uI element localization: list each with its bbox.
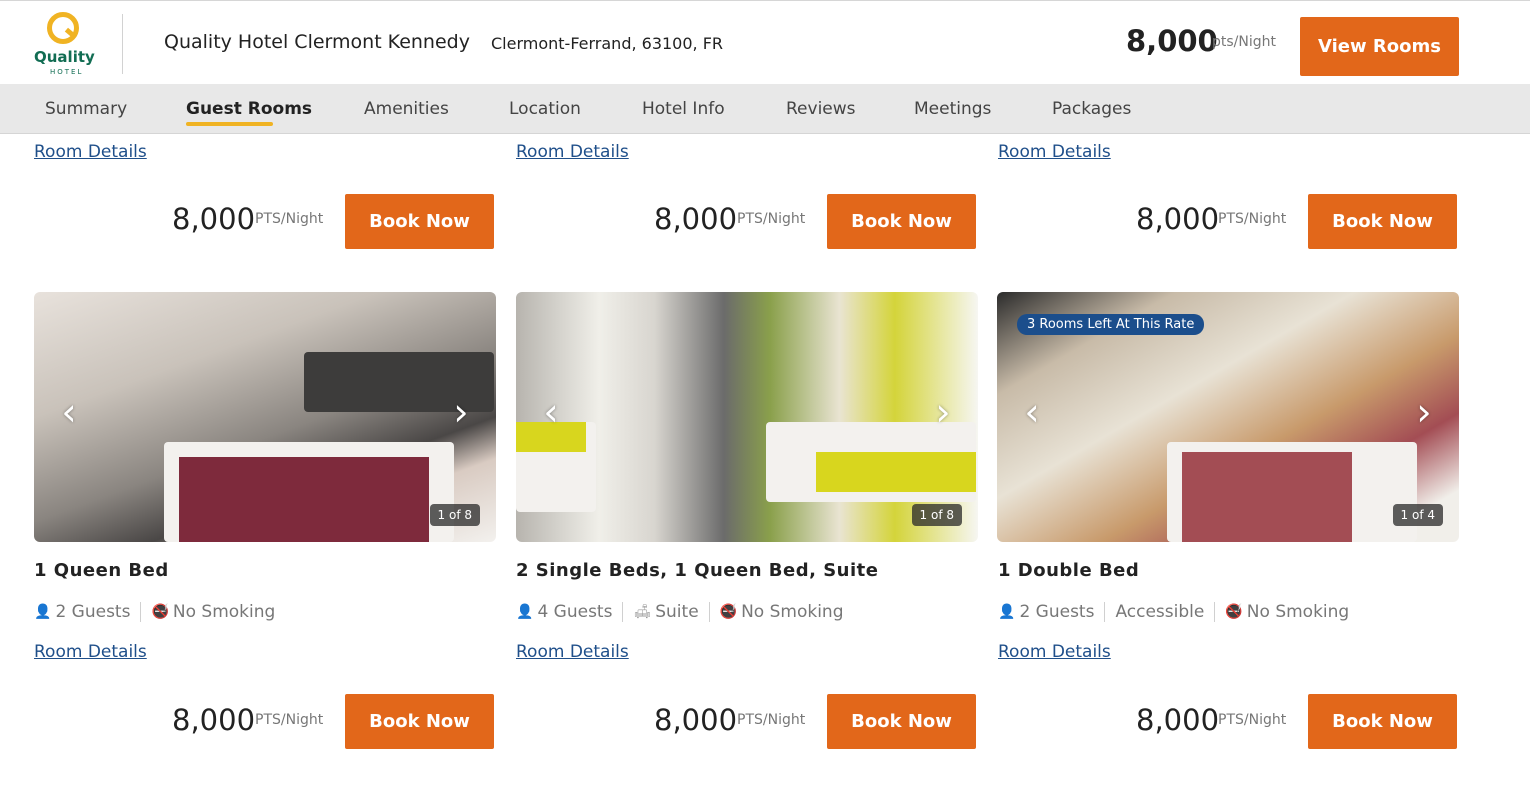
book-now-button[interactable]: Book Now	[345, 194, 494, 249]
no-smoking-icon: 🚭	[1225, 604, 1243, 620]
quality-q-icon	[47, 12, 79, 44]
room-photo-carousel[interactable]: ‹ › 1 of 8	[34, 292, 496, 542]
room-price: 8,000	[654, 703, 738, 737]
room-price-unit: PTS/Night	[255, 712, 324, 728]
amenity-guests: 👤 2 Guests	[34, 602, 131, 622]
tab-hotel-info[interactable]: Hotel Info	[642, 99, 725, 119]
carousel-next-icon[interactable]: ›	[446, 392, 476, 432]
room-price-unit: PTS/Night	[737, 211, 806, 227]
tab-guest-rooms[interactable]: Guest Rooms	[186, 99, 312, 119]
amenity-accessible: Accessible	[1115, 602, 1205, 622]
section-tabs: Summary Guest Rooms Amenities Location H…	[0, 84, 1530, 134]
room-price: 8,000	[1136, 703, 1220, 737]
hotel-location: Clermont-Ferrand, 63100, FR	[491, 34, 724, 53]
person-icon: 👤	[34, 604, 52, 620]
bed-throw	[1182, 452, 1352, 542]
amenity-no-smoking: 🚭 No Smoking	[1225, 602, 1350, 622]
book-now-button[interactable]: Book Now	[1308, 694, 1457, 749]
room-amenities: 👤 2 Guests Accessible 🚭 No Smoking	[998, 600, 1349, 624]
active-tab-indicator	[186, 122, 273, 126]
view-rooms-button[interactable]: View Rooms	[1300, 17, 1459, 76]
tab-packages[interactable]: Packages	[1052, 99, 1131, 119]
quality-hotel-logo[interactable]: Quality HOTEL	[30, 12, 100, 76]
rooms-left-badge: 3 Rooms Left At This Rate	[1017, 314, 1205, 335]
amenity-divider	[1104, 602, 1106, 622]
room-price-unit: PTS/Night	[1218, 712, 1287, 728]
room-title: 1 Double Bed	[998, 560, 1140, 581]
amenity-suite: 🛋 Suite	[633, 602, 699, 622]
room-title: 1 Queen Bed	[34, 560, 169, 581]
room-amenities: 👤 2 Guests 🚭 No Smoking	[34, 600, 275, 624]
photo-counter: 1 of 8	[911, 504, 962, 526]
room-price: 8,000	[172, 202, 256, 236]
tab-location[interactable]: Location	[509, 99, 581, 119]
room-title: 2 Single Beds, 1 Queen Bed, Suite	[516, 560, 879, 581]
room-details-link[interactable]: Room Details	[998, 142, 1111, 162]
book-now-button[interactable]: Book Now	[345, 694, 494, 749]
person-icon: 👤	[998, 604, 1016, 620]
room-details-link[interactable]: Room Details	[516, 142, 629, 162]
bed-throw	[179, 457, 429, 542]
tab-reviews[interactable]: Reviews	[786, 99, 856, 119]
room-price: 8,000	[654, 202, 738, 236]
bed-throw	[816, 452, 976, 492]
room-amenities: 👤 4 Guests 🛋 Suite 🚭 No Smoking	[516, 600, 844, 624]
amenity-guests: 👤 2 Guests	[998, 602, 1095, 622]
room-price: 8,000	[172, 703, 256, 737]
book-now-button[interactable]: Book Now	[827, 194, 976, 249]
header-divider	[122, 14, 123, 74]
amenity-divider	[708, 602, 710, 622]
photo-counter: 1 of 8	[429, 504, 480, 526]
room-details-link[interactable]: Room Details	[34, 642, 147, 662]
tab-amenities[interactable]: Amenities	[364, 99, 449, 119]
person-icon: 👤	[516, 604, 534, 620]
logo-sub: HOTEL	[50, 68, 84, 76]
hotel-name: Quality Hotel Clermont Kennedy	[164, 31, 470, 53]
no-smoking-icon: 🚭	[151, 604, 169, 620]
amenity-no-smoking: 🚭 No Smoking	[719, 602, 844, 622]
logo-word: Quality	[34, 48, 95, 66]
carousel-next-icon[interactable]: ›	[928, 392, 958, 432]
amenity-guests: 👤 4 Guests	[516, 602, 613, 622]
carousel-next-icon[interactable]: ›	[1409, 392, 1439, 432]
carousel-prev-icon[interactable]: ‹	[1017, 392, 1047, 432]
tab-meetings[interactable]: Meetings	[914, 99, 991, 119]
header-price: 8,000	[1126, 24, 1218, 58]
amenity-no-smoking: 🚭 No Smoking	[151, 602, 276, 622]
amenity-divider	[140, 602, 142, 622]
amenity-divider	[1214, 602, 1216, 622]
no-smoking-icon: 🚭	[719, 604, 738, 620]
room-details-link[interactable]: Room Details	[998, 642, 1111, 662]
book-now-button[interactable]: Book Now	[827, 694, 976, 749]
room-price-unit: PTS/Night	[737, 712, 806, 728]
sofa-icon: 🛋	[633, 604, 652, 620]
book-now-button[interactable]: Book Now	[1308, 194, 1457, 249]
carousel-prev-icon[interactable]: ‹	[536, 392, 566, 432]
photo-counter: 1 of 4	[1392, 504, 1443, 526]
room-price-unit: PTS/Night	[255, 211, 324, 227]
room-price: 8,000	[1136, 202, 1220, 236]
room-details-link[interactable]: Room Details	[34, 142, 147, 162]
amenity-divider	[622, 602, 624, 622]
tab-summary[interactable]: Summary	[45, 99, 127, 119]
room-photo-carousel[interactable]: ‹ › 1 of 8	[516, 292, 978, 542]
room-photo-carousel[interactable]: 3 Rooms Left At This Rate ‹ › 1 of 4	[997, 292, 1459, 542]
carousel-prev-icon[interactable]: ‹	[54, 392, 84, 432]
header-price-unit: pts/Night	[1212, 34, 1276, 50]
room-price-unit: PTS/Night	[1218, 211, 1287, 227]
hotel-header: Quality HOTEL Quality Hotel Clermont Ken…	[0, 4, 1530, 84]
room-details-link[interactable]: Room Details	[516, 642, 629, 662]
